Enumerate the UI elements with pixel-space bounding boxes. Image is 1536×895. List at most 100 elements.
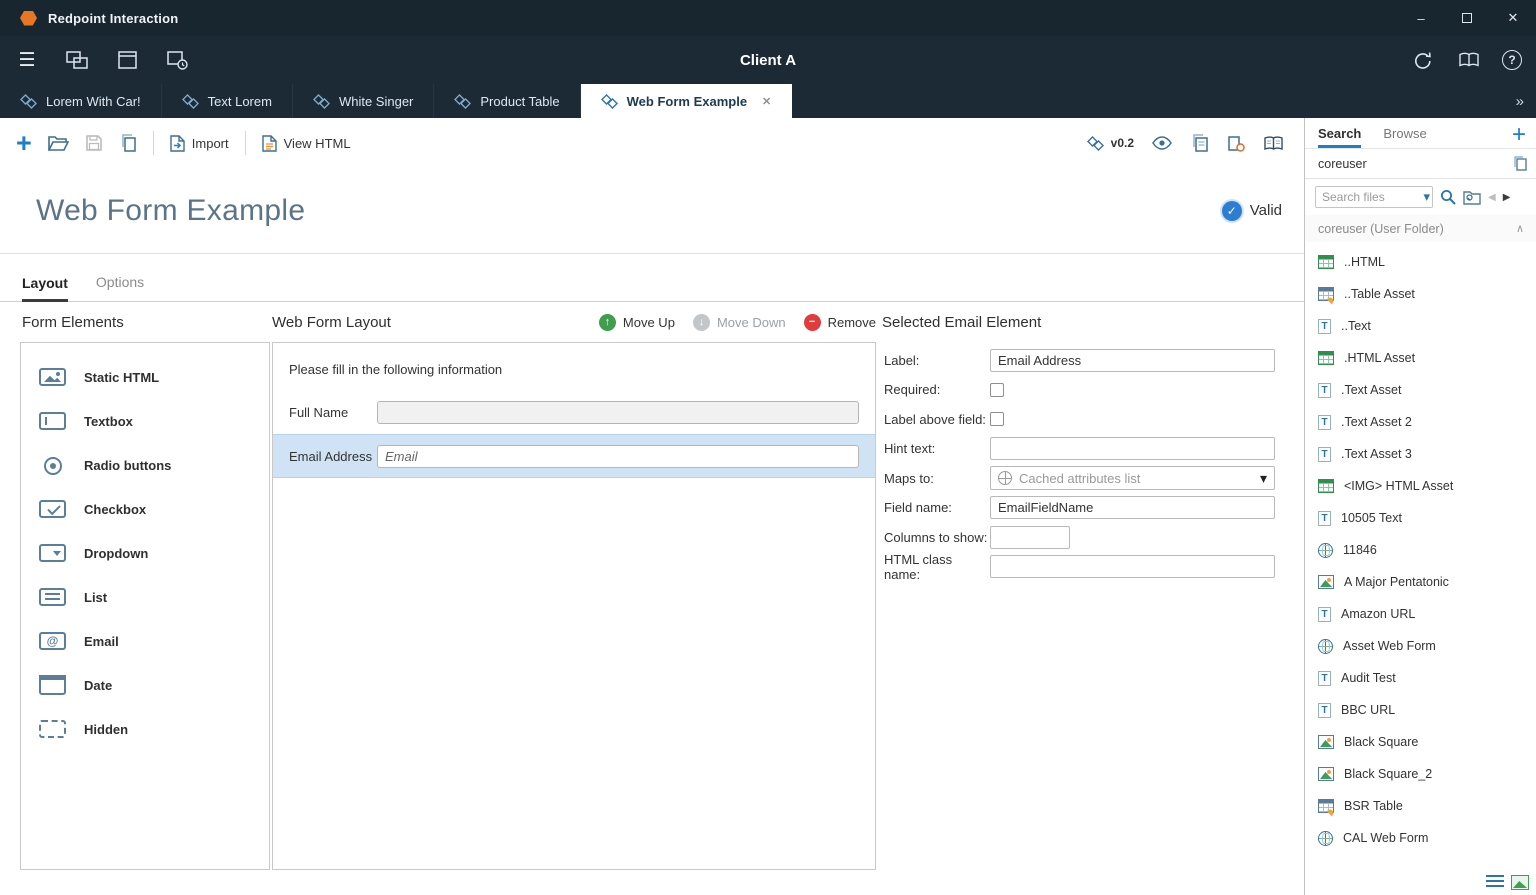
- documentation-book-icon[interactable]: [1456, 47, 1482, 73]
- asset-name: ..Text: [1341, 319, 1371, 333]
- columns-to-show-field[interactable]: [990, 526, 1070, 549]
- tab-search[interactable]: Search: [1318, 126, 1361, 148]
- folder-section-header[interactable]: coreuser (User Folder): [1305, 215, 1536, 242]
- previous-result-icon[interactable]: [1488, 192, 1496, 203]
- close-tab-icon[interactable]: [762, 95, 771, 108]
- asset-list-item[interactable]: ..Table Asset: [1305, 278, 1536, 310]
- remove-label: Remove: [828, 315, 876, 330]
- import-button[interactable]: Import: [170, 135, 229, 152]
- search-in-folder-icon[interactable]: [1463, 190, 1481, 205]
- asset-list-item[interactable]: Asset Web Form: [1305, 630, 1536, 662]
- folder-filter-input[interactable]: [1318, 157, 1506, 171]
- label-field[interactable]: [990, 349, 1275, 372]
- asset-list-item[interactable]: 10505 Text: [1305, 502, 1536, 534]
- text-icon: [1318, 703, 1331, 718]
- asset-list-item[interactable]: BSR Table: [1305, 790, 1536, 822]
- tab-layout[interactable]: Layout: [22, 275, 68, 302]
- thumbnail-view-icon[interactable]: [1511, 875, 1529, 890]
- asset-list-item[interactable]: 11846: [1305, 534, 1536, 566]
- label-above-checkbox[interactable]: [990, 412, 1004, 426]
- collapse-chevron-icon[interactable]: [1516, 222, 1524, 235]
- form-element[interactable]: Checkbox: [21, 487, 269, 531]
- form-element[interactable]: List: [21, 575, 269, 619]
- field-name-field[interactable]: [990, 496, 1275, 519]
- remove-button[interactable]: Remove: [804, 314, 876, 331]
- maximize-button[interactable]: [1444, 0, 1490, 36]
- move-down-button[interactable]: Move Down: [693, 314, 786, 331]
- close-button[interactable]: [1490, 0, 1536, 36]
- help-icon[interactable]: [1502, 50, 1522, 70]
- version-button[interactable]: v0.2: [1087, 136, 1134, 151]
- minimize-button[interactable]: [1398, 0, 1444, 36]
- document-tab[interactable]: Product Table: [434, 84, 580, 118]
- tab-overflow-icon[interactable]: [1504, 84, 1536, 118]
- page-header: Web Form Example Valid: [0, 168, 1304, 254]
- asset-list-item[interactable]: CAL Web Form: [1305, 822, 1536, 854]
- snapshot-icon[interactable]: [1227, 135, 1245, 152]
- form-row-email-selected[interactable]: Email Address: [273, 434, 875, 478]
- open-button[interactable]: [48, 135, 69, 152]
- form-element[interactable]: Email: [21, 619, 269, 663]
- form-element[interactable]: Dropdown: [21, 531, 269, 575]
- asset-list-item[interactable]: .Text Asset 3: [1305, 438, 1536, 470]
- tab-options[interactable]: Options: [96, 274, 144, 301]
- copy-button[interactable]: [119, 134, 137, 152]
- asset-list-item[interactable]: ..Text: [1305, 310, 1536, 342]
- asset-list-item[interactable]: Audit Test: [1305, 662, 1536, 694]
- asset-list-item[interactable]: .Text Asset: [1305, 374, 1536, 406]
- view-html-label: View HTML: [284, 136, 351, 151]
- add-asset-button[interactable]: [1512, 124, 1526, 148]
- document-tab[interactable]: Text Lorem: [162, 84, 293, 118]
- move-up-button[interactable]: Move Up: [599, 314, 675, 331]
- sync-icon[interactable]: [1410, 47, 1436, 73]
- reference-book-icon[interactable]: [1263, 136, 1284, 151]
- asset-list-item[interactable]: Black Square: [1305, 726, 1536, 758]
- form-element[interactable]: Textbox: [21, 399, 269, 443]
- required-checkbox[interactable]: [990, 383, 1004, 397]
- form-element[interactable]: Hidden: [21, 707, 269, 751]
- list-view-icon[interactable]: [1486, 875, 1504, 890]
- window-history-icon[interactable]: [164, 47, 190, 73]
- search-scope-chevron-icon[interactable]: [1423, 189, 1430, 205]
- save-button[interactable]: [85, 134, 103, 152]
- valid-badge-icon: [1222, 201, 1242, 221]
- hint-text-field[interactable]: [990, 437, 1275, 460]
- form-element[interactable]: Static HTML: [21, 355, 269, 399]
- duplicate-pages-icon[interactable]: [1190, 134, 1209, 152]
- form-element[interactable]: Date: [21, 663, 269, 707]
- asset-list-item[interactable]: A Major Pentatonic: [1305, 566, 1536, 598]
- asset-list-item[interactable]: Black Square_2: [1305, 758, 1536, 790]
- asset-list-item[interactable]: BBC URL: [1305, 694, 1536, 726]
- document-tab[interactable]: Web Form Example: [581, 84, 793, 118]
- search-icon[interactable]: [1440, 189, 1456, 205]
- asset-list-item[interactable]: Amazon URL: [1305, 598, 1536, 630]
- email-input[interactable]: [377, 445, 859, 468]
- document-tab[interactable]: White Singer: [293, 84, 434, 118]
- form-element[interactable]: Radio buttons: [21, 443, 269, 487]
- asset-name: ..Table Asset: [1344, 287, 1415, 301]
- asset-list-item[interactable]: ..HTML: [1305, 246, 1536, 278]
- view-html-button[interactable]: View HTML: [262, 135, 351, 152]
- search-files-input[interactable]: [1315, 186, 1433, 208]
- web-form-icon: [1318, 543, 1333, 558]
- window-icon[interactable]: [114, 47, 140, 73]
- form-element-label: Textbox: [84, 414, 133, 429]
- form-row-full-name[interactable]: Full Name: [273, 390, 875, 434]
- maps-to-select[interactable]: Cached attributes list: [990, 466, 1275, 490]
- full-name-input[interactable]: [377, 401, 859, 424]
- next-result-icon[interactable]: [1503, 192, 1511, 203]
- copy-path-icon[interactable]: [1512, 156, 1528, 171]
- asset-list-item[interactable]: <IMG> HTML Asset: [1305, 470, 1536, 502]
- html-class-name-field[interactable]: [990, 555, 1275, 578]
- document-tab[interactable]: Lorem With Car!: [0, 84, 162, 118]
- asset-list-item[interactable]: .HTML Asset: [1305, 342, 1536, 374]
- new-button[interactable]: [16, 131, 32, 155]
- tab-browse[interactable]: Browse: [1383, 126, 1426, 148]
- main-menu-icon[interactable]: [14, 47, 40, 73]
- table-edit-icon: [1318, 287, 1334, 301]
- preview-eye-icon[interactable]: [1152, 136, 1172, 150]
- asset-list-item[interactable]: .Text Asset 2: [1305, 406, 1536, 438]
- asset-name: .Text Asset 3: [1341, 447, 1412, 461]
- asset-name: .HTML Asset: [1344, 351, 1415, 365]
- layouts-icon[interactable]: [64, 47, 90, 73]
